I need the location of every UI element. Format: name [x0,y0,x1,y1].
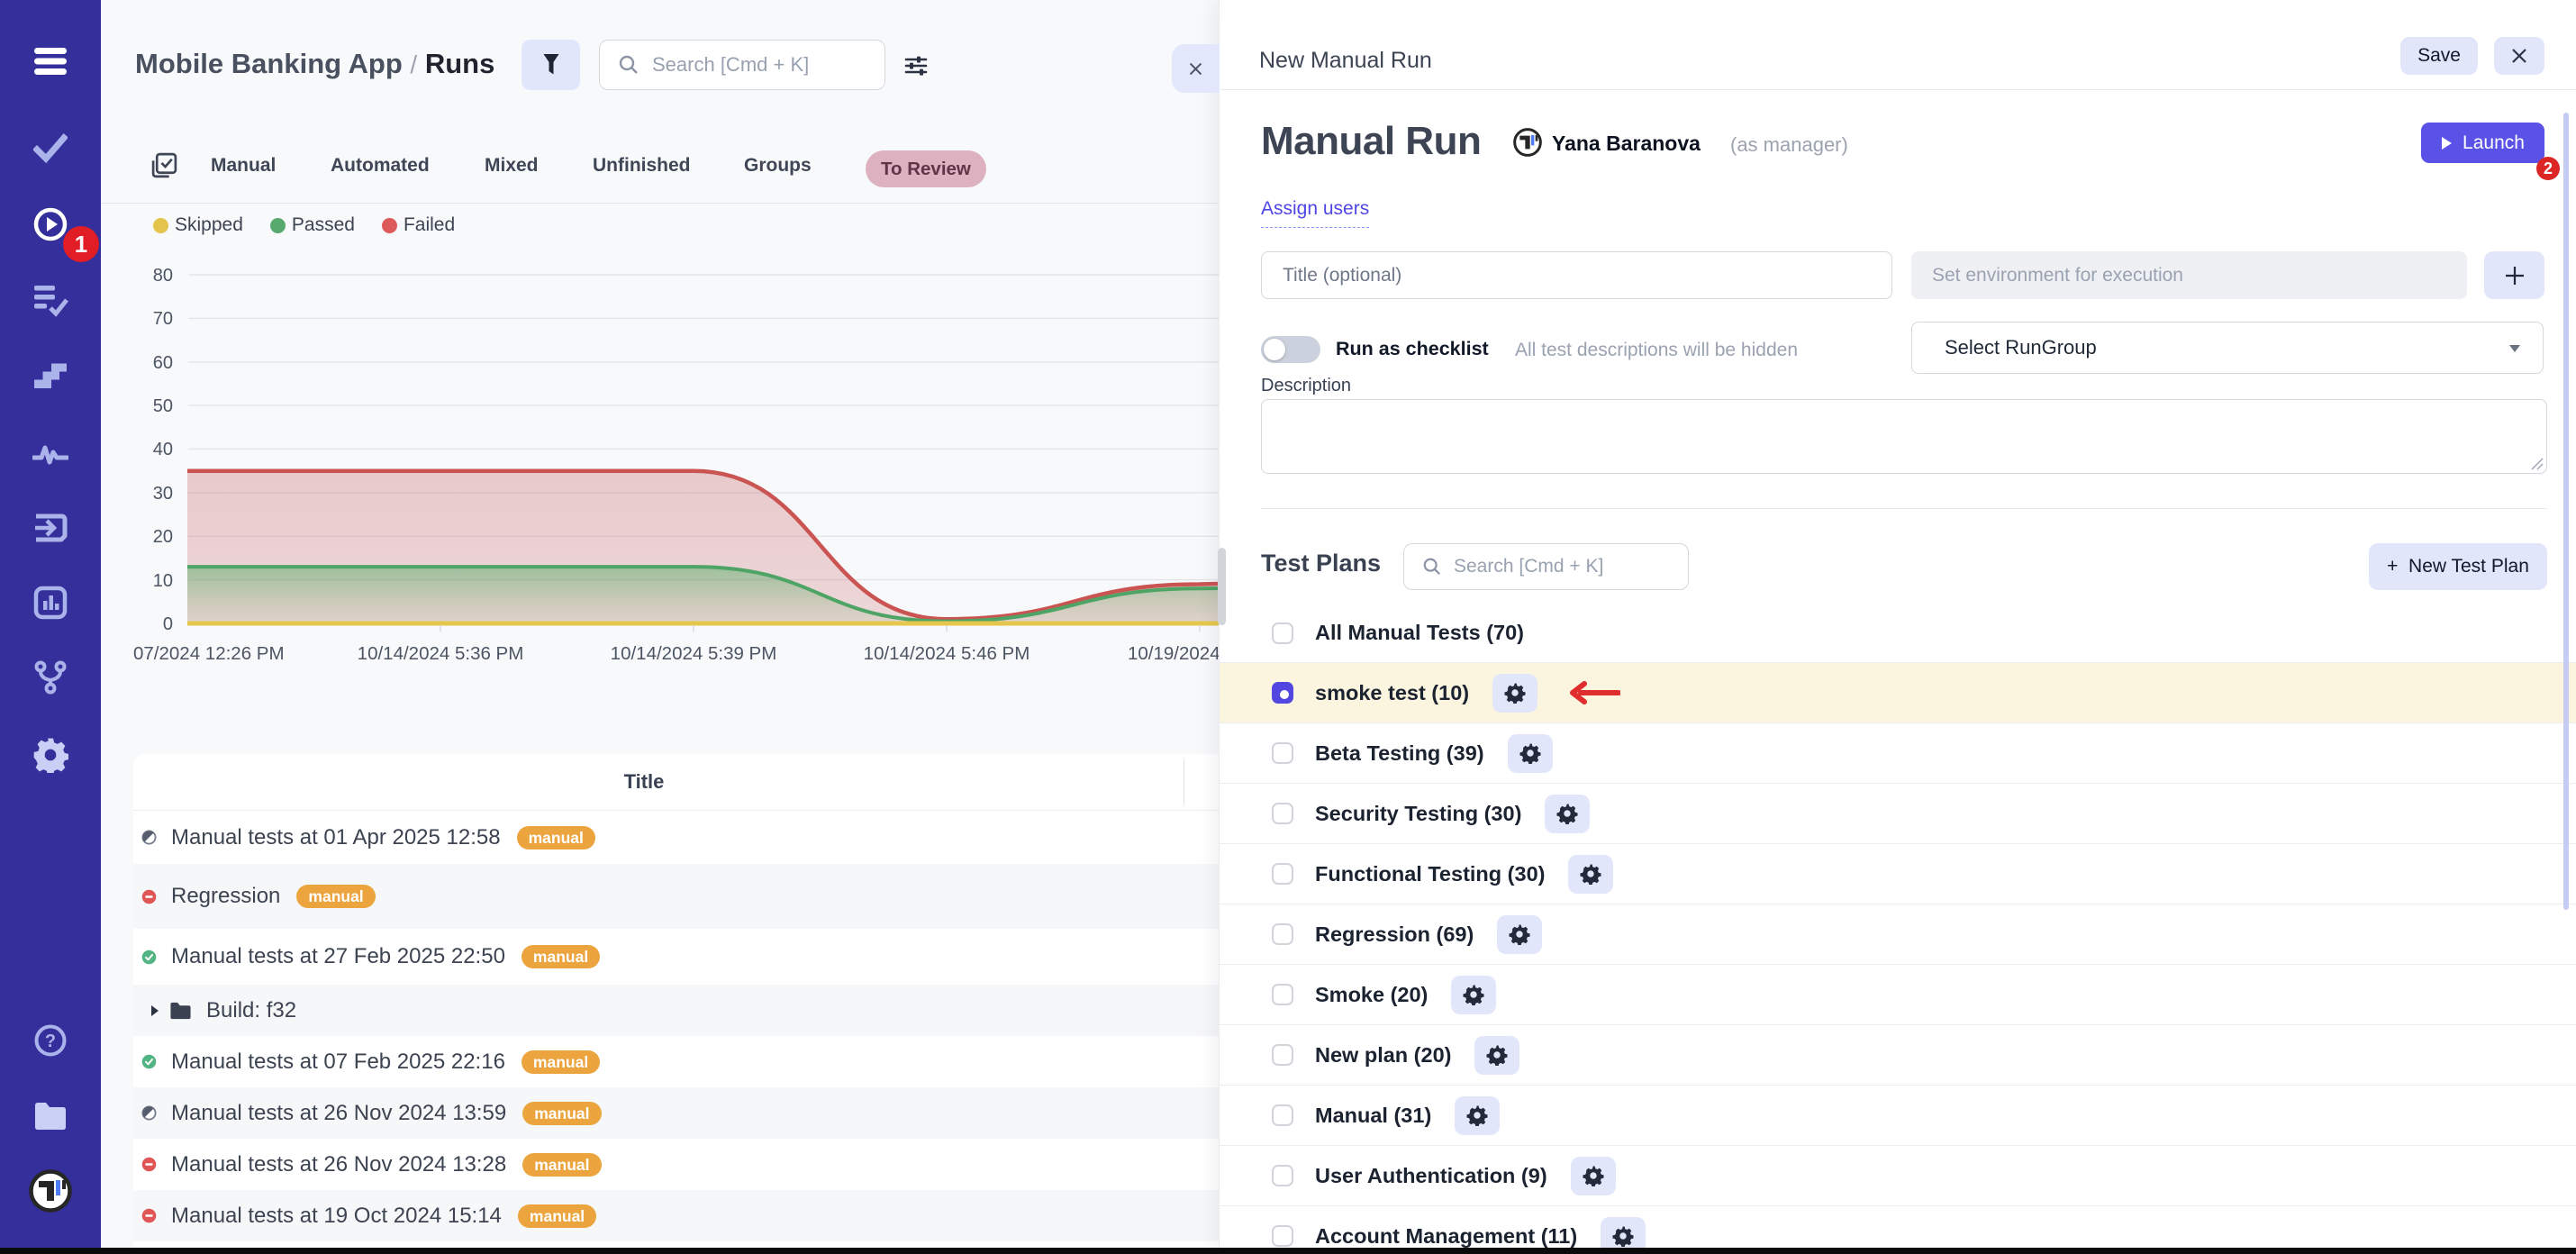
svg-text:07/2024 12:26 PM: 07/2024 12:26 PM [133,643,285,664]
svg-text:10/14/2024 5:46 PM: 10/14/2024 5:46 PM [864,643,1030,664]
svg-text:70: 70 [153,309,173,329]
svg-text:10/19/2024 9:05 AM: 10/19/2024 9:05 AM [1128,643,1219,664]
svg-text:40: 40 [153,440,173,459]
svg-text:10: 10 [153,571,173,591]
svg-text:30: 30 [153,484,173,504]
svg-text:0: 0 [163,614,173,634]
svg-text:80: 80 [153,266,173,286]
svg-text:50: 50 [153,396,173,416]
svg-text:?: ? [45,1031,56,1051]
svg-text:20: 20 [153,527,173,547]
svg-text:60: 60 [153,353,173,373]
svg-text:10/14/2024 5:39 PM: 10/14/2024 5:39 PM [611,643,777,664]
svg-text:10/14/2024 5:36 PM: 10/14/2024 5:36 PM [358,643,524,664]
